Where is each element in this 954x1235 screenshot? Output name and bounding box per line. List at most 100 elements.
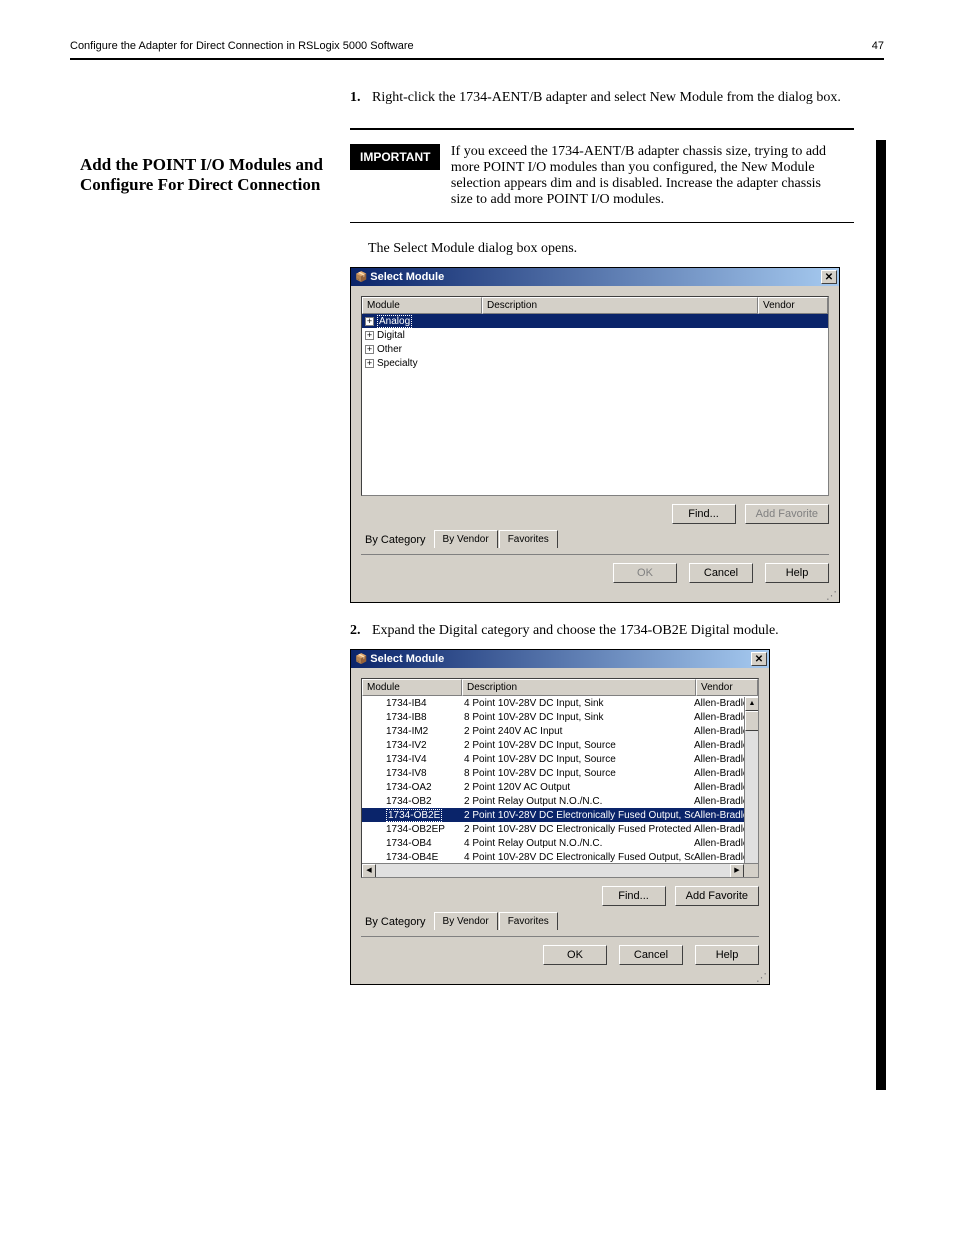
find-row: Find... Add Favorite (361, 886, 759, 906)
listview-header: Module Description Vendor (362, 679, 758, 696)
separator (361, 936, 759, 937)
important-block: IMPORTANT If you exceed the 1734-AENT/B … (350, 144, 854, 208)
left-column-title: Add the POINT I/O Modules and Configure … (80, 155, 330, 195)
module-cell: 1734-IB4 (364, 698, 464, 709)
col-description[interactable]: Description (482, 297, 758, 314)
tree-item-other[interactable]: +Other (362, 342, 828, 356)
cancel-button[interactable]: Cancel (689, 563, 753, 583)
step-1-text: Right-click the 1734-AENT/B adapter and … (372, 90, 841, 105)
select-module-dialog-1: Select Module ✕ Module Description Vendo… (350, 267, 840, 603)
ok-button[interactable]: OK (543, 945, 607, 965)
tab-by-vendor[interactable]: By Vendor (434, 530, 498, 548)
col-vendor[interactable]: Vendor (696, 679, 758, 696)
scroll-right-icon[interactable]: ▶ (730, 864, 744, 878)
resize-grip-icon[interactable]: ⋰ (351, 589, 839, 602)
horizontal-scrollbar[interactable]: ◀ ▶ (362, 863, 758, 877)
col-module[interactable]: Module (362, 679, 462, 696)
tree-item-specialty[interactable]: +Specialty (362, 356, 828, 370)
list-item[interactable]: 1734-OA22 Point 120V AC OutputAllen-Brad… (362, 780, 758, 794)
cancel-button[interactable]: Cancel (619, 945, 683, 965)
list-item[interactable]: 1734-OB4E4 Point 10V-28V DC Electronical… (362, 850, 758, 864)
scroll-left-icon[interactable]: ◀ (362, 864, 376, 878)
expand-icon[interactable]: + (365, 345, 374, 354)
step-number-1: 1. (350, 90, 361, 105)
module-listview[interactable]: Module Description Vendor 1734-IB44 Poin… (361, 678, 759, 878)
dialog-title: Select Module (355, 653, 444, 665)
description-cell: 4 Point 10V-28V DC Input, Source (464, 754, 694, 765)
tree-label: Other (377, 344, 402, 355)
tree-label: Specialty (377, 358, 418, 369)
expand-icon[interactable]: + (365, 317, 374, 326)
page-header: Configure the Adapter for Direct Connect… (70, 40, 884, 60)
list-item[interactable]: 1734-OB2E2 Point 10V-28V DC Electronical… (362, 808, 758, 822)
col-module[interactable]: Module (362, 297, 482, 314)
module-cell: 1734-IV2 (364, 740, 464, 751)
header-title: Configure the Adapter for Direct Connect… (70, 40, 414, 52)
section-tab-marker (876, 140, 886, 1090)
tab-by-category[interactable]: By Category (361, 530, 434, 548)
step-1: 1. Right-click the 1734-AENT/B adapter a… (350, 90, 854, 106)
resize-grip-icon[interactable]: ⋰ (351, 971, 769, 984)
important-label: IMPORTANT (350, 144, 440, 170)
module-cell: 1734-IB8 (364, 712, 464, 723)
separator (350, 128, 854, 130)
important-text: If you exceed the 1734-AENT/B adapter ch… (451, 144, 841, 208)
add-favorite-button: Add Favorite (745, 504, 829, 524)
list-item[interactable]: 1734-IV88 Point 10V-28V DC Input, Source… (362, 766, 758, 780)
description-cell: 2 Point 10V-28V DC Electronically Fused … (464, 810, 694, 821)
list-item[interactable]: 1734-OB44 Point Relay Output N.O./N.C.Al… (362, 836, 758, 850)
tab-favorites[interactable]: Favorites (499, 912, 558, 930)
module-listview[interactable]: Module Description Vendor +Analog+Digita… (361, 296, 829, 496)
module-cell: 1734-OB2E (364, 810, 464, 821)
scroll-track[interactable] (376, 864, 730, 877)
list-item[interactable]: 1734-OB22 Point Relay Output N.O./N.C.Al… (362, 794, 758, 808)
module-cell: 1734-OB2EP (364, 824, 464, 835)
close-icon[interactable]: ✕ (821, 270, 837, 284)
module-cell: 1734-IM2 (364, 726, 464, 737)
tab-by-category[interactable]: By Category (361, 912, 434, 930)
dialog-title: Select Module (355, 271, 444, 283)
tree-label: Analog (377, 316, 412, 327)
description-cell: 2 Point 10V-28V DC Input, Source (464, 740, 694, 751)
select-module-dialog-2: Select Module ✕ Module Description Vendo… (350, 649, 770, 985)
tab-favorites[interactable]: Favorites (499, 530, 558, 548)
dialog-buttons: OK Cancel Help (361, 941, 759, 969)
add-favorite-button[interactable]: Add Favorite (675, 886, 759, 906)
description-cell: 8 Point 10V-28V DC Input, Sink (464, 712, 694, 723)
list-item[interactable]: 1734-OB2EP2 Point 10V-28V DC Electronica… (362, 822, 758, 836)
expand-icon[interactable]: + (365, 359, 374, 368)
separator (350, 222, 854, 223)
description-cell: 2 Point 240V AC Input (464, 726, 694, 737)
scroll-thumb[interactable] (745, 711, 759, 731)
scroll-up-icon[interactable]: ▲ (745, 697, 759, 711)
find-button[interactable]: Find... (672, 504, 736, 524)
list-item[interactable]: 1734-IV44 Point 10V-28V DC Input, Source… (362, 752, 758, 766)
list-item[interactable]: 1734-IB44 Point 10V-28V DC Input, SinkAl… (362, 696, 758, 710)
col-vendor[interactable]: Vendor (758, 297, 828, 314)
help-button[interactable]: Help (765, 563, 829, 583)
filter-tabs: By Category By Vendor Favorites (361, 912, 759, 930)
close-icon[interactable]: ✕ (751, 652, 767, 666)
description-cell: 8 Point 10V-28V DC Input, Source (464, 768, 694, 779)
step-2: 2. Expand the Digital category and choos… (350, 623, 854, 639)
dialog-titlebar: Select Module ✕ (351, 650, 769, 668)
list-item[interactable]: 1734-IV22 Point 10V-28V DC Input, Source… (362, 738, 758, 752)
expand-icon[interactable]: + (365, 331, 374, 340)
description-cell: 4 Point 10V-28V DC Electronically Fused … (464, 852, 694, 863)
description-cell: 4 Point Relay Output N.O./N.C. (464, 838, 694, 849)
module-cell: 1734-OB4 (364, 838, 464, 849)
scroll-track[interactable] (745, 731, 758, 863)
module-cell: 1734-OB2 (364, 796, 464, 807)
dialog-titlebar: Select Module ✕ (351, 268, 839, 286)
vertical-scrollbar[interactable]: ▲ ▼ (744, 697, 758, 877)
find-button[interactable]: Find... (602, 886, 666, 906)
col-description[interactable]: Description (462, 679, 696, 696)
help-button[interactable]: Help (695, 945, 759, 965)
description-cell: 2 Point 120V AC Output (464, 782, 694, 793)
tab-by-vendor[interactable]: By Vendor (434, 912, 498, 930)
step-number-2: 2. (350, 623, 361, 638)
list-item[interactable]: 1734-IM22 Point 240V AC InputAllen-Bradl… (362, 724, 758, 738)
tree-item-digital[interactable]: +Digital (362, 328, 828, 342)
tree-item-analog[interactable]: +Analog (362, 314, 828, 328)
list-item[interactable]: 1734-IB88 Point 10V-28V DC Input, SinkAl… (362, 710, 758, 724)
